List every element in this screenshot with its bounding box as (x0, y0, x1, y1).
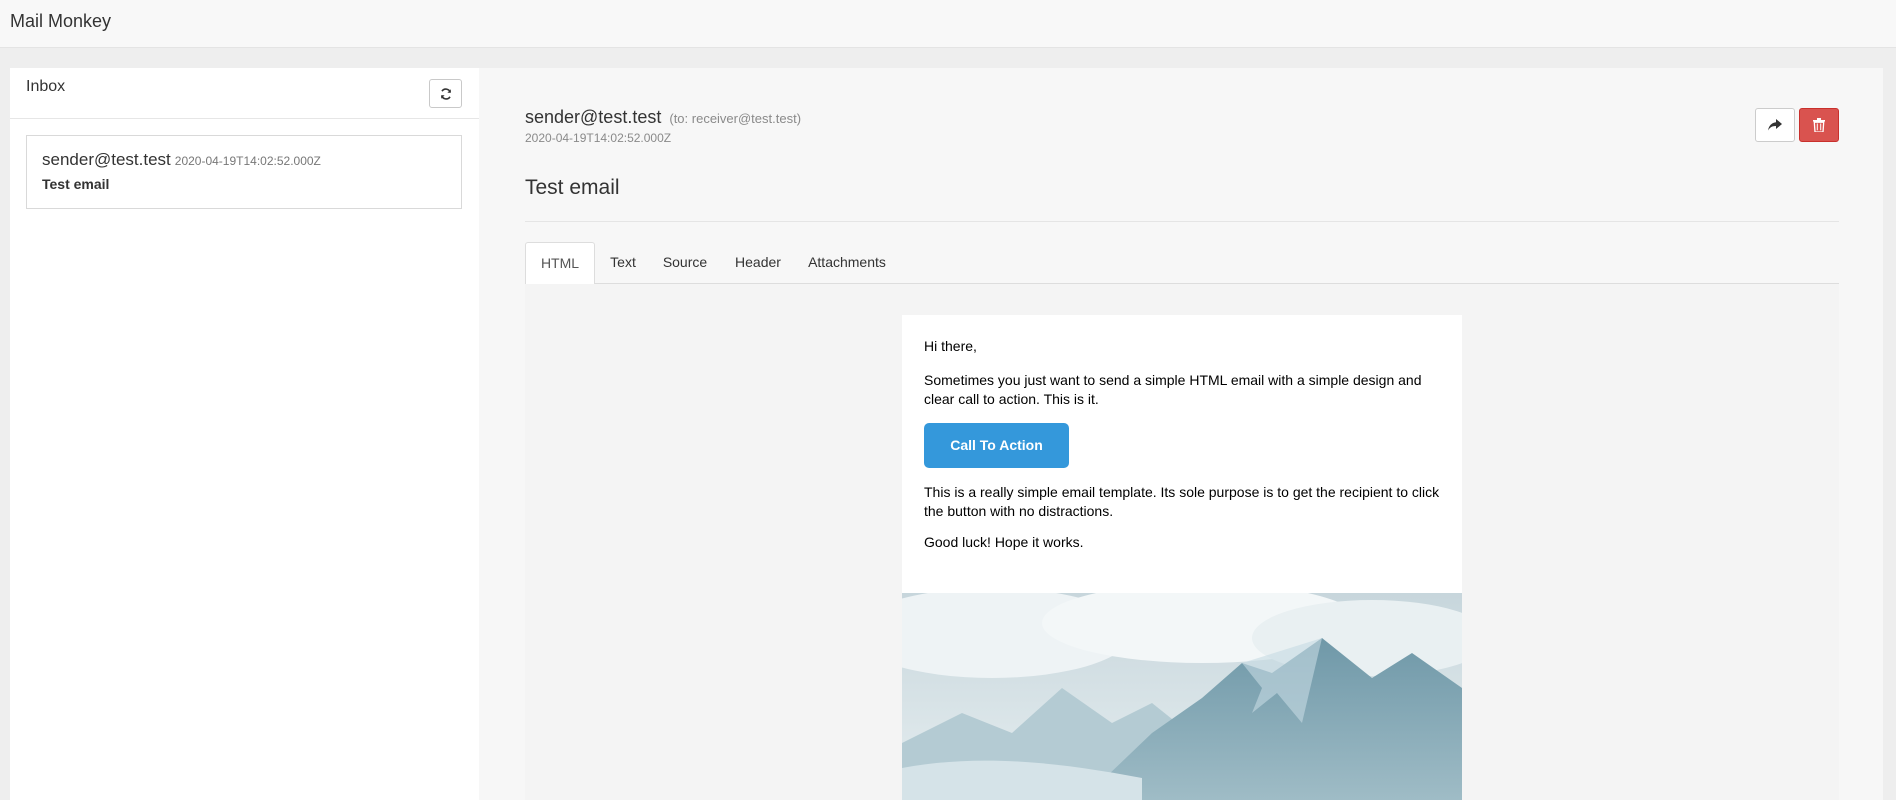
tab-header[interactable]: Header (723, 242, 793, 284)
detail-sender-line: sender@test.test (to: receiver@test.test… (525, 107, 801, 128)
tab-attachments[interactable]: Attachments (797, 242, 897, 284)
detail-recipient: (to: receiver@test.test) (669, 111, 802, 126)
message-date: 2020-04-19T14:02:52.000Z (174, 154, 321, 168)
html-email-preview: Hi there, Sometimes you just want to sen… (902, 315, 1462, 800)
inbox-header: Inbox (10, 68, 479, 119)
refresh-icon (441, 88, 451, 100)
detail-sender: sender@test.test (525, 107, 662, 127)
message-sender: sender@test.test 2020-04-19T14:02:52.000Z (42, 150, 321, 170)
email-greeting: Hi there, (924, 338, 977, 354)
subject-divider (525, 221, 1839, 222)
inbox-message-item[interactable]: sender@test.test 2020-04-19T14:02:52.000Z… (26, 135, 462, 209)
refresh-button[interactable] (429, 79, 462, 108)
email-closing: Good luck! Hope it works. (924, 534, 1084, 550)
mountain-landscape-image (902, 593, 1462, 800)
forward-button[interactable] (1755, 108, 1795, 142)
inbox-title: Inbox (26, 78, 66, 95)
message-subject: Test email (42, 176, 110, 192)
message-detail-panel: sender@test.test (to: receiver@test.test… (479, 68, 1883, 800)
html-preview-area: Hi there, Sometimes you just want to sen… (525, 284, 1839, 800)
tab-source[interactable]: Source (653, 242, 717, 284)
detail-date: 2020-04-19T14:02:52.000Z (525, 131, 672, 145)
top-navbar: Mail Monkey (0, 0, 1896, 48)
call-to-action-button[interactable]: Call To Action (924, 423, 1069, 468)
detail-subject: Test email (525, 176, 620, 199)
email-intro-paragraph: Sometimes you just want to send a simple… (924, 372, 1422, 407)
app-brand[interactable]: Mail Monkey (10, 11, 111, 32)
tab-html[interactable]: HTML (525, 242, 595, 285)
message-sender-address: sender@test.test (42, 150, 171, 169)
email-body-paragraph: This is a really simple email template. … (924, 484, 1440, 519)
trash-icon (1813, 118, 1825, 132)
delete-button[interactable] (1799, 108, 1839, 142)
inbox-panel: Inbox sender@test.test 2020-04-19T14:02:5… (10, 68, 479, 800)
message-view-tabs: HTML Text Source Header Attachments (525, 242, 1839, 285)
tab-text[interactable]: Text (599, 242, 647, 284)
share-arrow-icon (1768, 119, 1782, 131)
